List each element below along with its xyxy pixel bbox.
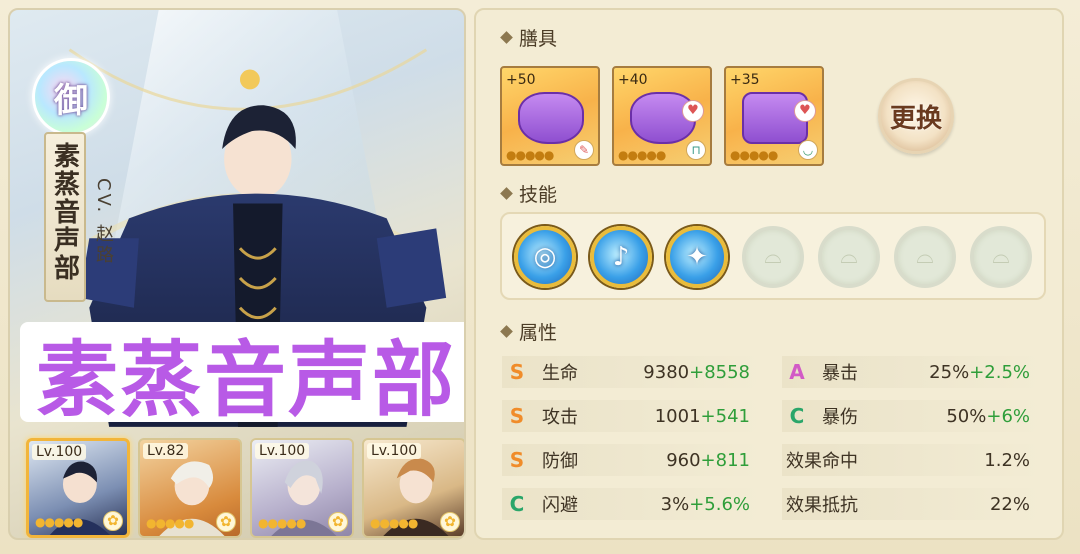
equipment-section-title: 膳具 <box>500 24 558 51</box>
name-banner: 素蒸音声部 <box>44 132 86 302</box>
team-card[interactable]: Lv.100 ●●●●● ✿ <box>250 438 354 538</box>
attribute-row: S 生命 9380+8558 <box>502 353 764 391</box>
equipment-slot[interactable]: +40 ♥ ●●●●● ⊓ <box>612 66 712 166</box>
equipment-stars: ●●●●● <box>730 148 778 162</box>
attribute-row: 效果抵抗 22% <box>782 485 1044 523</box>
attribute-value: 22% <box>989 493 1030 515</box>
table-icon: ⊓ <box>686 140 706 160</box>
heart-icon: ♥ <box>682 100 704 122</box>
equipment-bonus: +35 <box>730 72 760 88</box>
character-detail-screen: 御 素蒸音声部 CV. 赵路 素蒸音声部 Lv.100 ●●●●● ✿ Lv.8… <box>0 0 1080 554</box>
team-stars: ●●●●● <box>146 516 194 530</box>
skill-spirit-icon[interactable]: ✦ <box>666 226 728 288</box>
team-card[interactable]: Lv.82 ●●●●● ✿ <box>138 438 242 538</box>
voice-actor-label: CV. 赵路 <box>93 178 114 267</box>
attribute-row: A 暴击 25%+2.5% <box>782 353 1044 391</box>
heart-icon: ♥ <box>794 100 816 122</box>
diamond-bullet-icon <box>500 187 513 200</box>
diamond-bullet-icon <box>500 325 513 338</box>
team-card[interactable]: Lv.100 ●●●●● ✿ <box>362 438 464 538</box>
equipment-stars: ●●●●● <box>618 148 666 162</box>
team-stars: ●●●●● <box>370 516 418 530</box>
attribute-row: S 攻击 1001+541 <box>502 397 764 435</box>
attribute-label: 闪避 <box>542 495 578 516</box>
equipment-slot[interactable]: +50 ●●●●● ✎ <box>500 66 600 166</box>
attribute-label: 暴伤 <box>822 407 858 428</box>
brush-icon: ✎ <box>574 140 594 160</box>
attributes-section-title: 属性 <box>500 318 558 345</box>
attribute-value: 25%+2.5% <box>929 361 1030 383</box>
attribute-row: C 暴伤 50%+6% <box>782 397 1044 435</box>
flower-icon: ✿ <box>216 512 236 532</box>
bowl-icon: ◡ <box>798 140 818 160</box>
flower-icon: ✿ <box>103 511 123 531</box>
equipment-bonus: +50 <box>506 72 536 88</box>
skills-row: ◎ ♪ ✦ ⌓ ⌓ ⌓ ⌓ <box>500 212 1046 300</box>
attribute-row: S 防御 960+811 <box>502 441 764 479</box>
attribute-label: 攻击 <box>542 407 578 428</box>
attribute-grade: C <box>509 492 525 516</box>
attribute-value: 1.2% <box>984 449 1030 471</box>
attribute-label: 效果命中 <box>786 451 858 472</box>
equipment-slot[interactable]: +35 ♥ ●●●●● ◡ <box>724 66 824 166</box>
team-level: Lv.100 <box>367 443 422 459</box>
flower-icon: ✿ <box>328 512 348 532</box>
attribute-value: 1001+541 <box>654 405 750 427</box>
attribute-value: 960+811 <box>666 449 750 471</box>
info-panel: 膳具 +50 ●●●●● ✎ +40 ♥ ●●●●● ⊓ +35 ♥ ●●●●●… <box>474 8 1064 540</box>
equipment-title: 膳具 <box>519 28 558 50</box>
skill-swirl-icon[interactable]: ◎ <box>514 226 576 288</box>
team-card[interactable]: Lv.100 ●●●●● ✿ <box>26 438 130 538</box>
locked-skill-fan-icon: ⌓ <box>894 226 956 288</box>
attribute-grade: S <box>509 404 525 428</box>
skill-music-icon[interactable]: ♪ <box>590 226 652 288</box>
equipment-stars: ●●●●● <box>506 148 554 162</box>
flower-icon: ✿ <box>440 512 460 532</box>
equipment-bonus: +40 <box>618 72 648 88</box>
team-level: Lv.100 <box>32 444 87 460</box>
attribute-value: 9380+8558 <box>643 361 750 383</box>
attribute-label: 生命 <box>542 363 578 384</box>
attribute-label: 暴击 <box>822 363 858 384</box>
ladle-icon <box>518 92 584 144</box>
attribute-label: 效果抵抗 <box>786 495 858 516</box>
attribute-grade: C <box>789 404 805 428</box>
locked-skill-fan-icon: ⌓ <box>742 226 804 288</box>
overlay-title: 素蒸音声部 <box>20 322 464 428</box>
attribute-value: 50%+6% <box>946 405 1030 427</box>
attribute-row: 效果命中 1.2% <box>782 441 1044 479</box>
attribute-label: 防御 <box>542 451 578 472</box>
skills-section-title: 技能 <box>500 180 558 207</box>
attribute-value: 3%+5.6% <box>660 493 750 515</box>
attribute-grade: S <box>509 448 525 472</box>
change-equipment-button[interactable]: 更换 <box>878 78 954 154</box>
skills-title: 技能 <box>519 184 558 206</box>
locked-skill-fan-icon: ⌓ <box>970 226 1032 288</box>
team-level: Lv.82 <box>143 443 189 459</box>
attribute-row: C 闪避 3%+5.6% <box>502 485 764 523</box>
team-selector: Lv.100 ●●●●● ✿ Lv.82 ●●●●● ✿ Lv.100 ●●●●… <box>26 438 464 538</box>
team-stars: ●●●●● <box>258 516 306 530</box>
team-stars: ●●●●● <box>35 515 83 529</box>
attribute-grade: A <box>789 360 805 384</box>
team-level: Lv.100 <box>255 443 310 459</box>
attributes-title: 属性 <box>519 322 558 344</box>
character-name: 素蒸音声部 <box>49 142 80 282</box>
attribute-grade: S <box>509 360 525 384</box>
diamond-bullet-icon <box>500 31 513 44</box>
locked-skill-fan-icon: ⌓ <box>818 226 880 288</box>
grade-badge-icon: 御 <box>32 58 110 136</box>
character-art-panel: 御 素蒸音声部 CV. 赵路 素蒸音声部 Lv.100 ●●●●● ✿ Lv.8… <box>8 8 466 540</box>
